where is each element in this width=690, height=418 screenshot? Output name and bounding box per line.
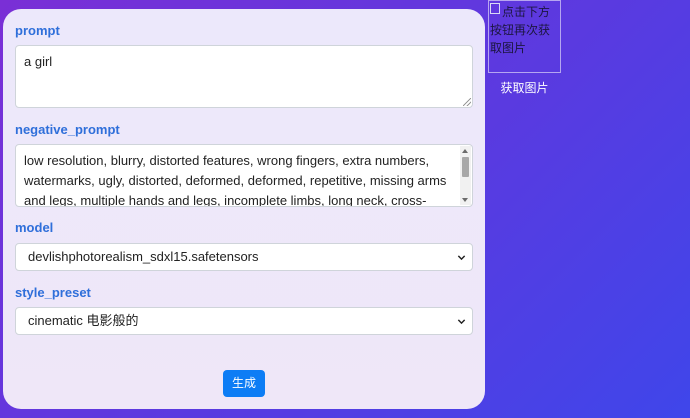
model-label: model xyxy=(15,220,54,235)
scroll-down-icon[interactable] xyxy=(462,198,468,202)
prompt-textarea[interactable]: a girl xyxy=(15,45,473,108)
negative-prompt-textarea[interactable]: low resolution, blurry, distorted featur… xyxy=(15,144,473,207)
get-image-button[interactable]: 获取图片 xyxy=(488,79,561,96)
style-preset-selected-value: cinematic 电影般的 xyxy=(28,313,139,328)
image-alt-text: 点击下方按钮再次获取图片 xyxy=(490,5,551,55)
generate-button[interactable]: 生成 xyxy=(223,370,265,397)
chevron-down-icon xyxy=(457,319,466,325)
scroll-up-icon[interactable] xyxy=(462,149,468,153)
model-select[interactable]: devlishphotorealism_sdxl15.safetensors xyxy=(15,243,473,271)
negative-prompt-text: low resolution, blurry, distorted featur… xyxy=(24,153,447,207)
resize-grip-icon[interactable] xyxy=(463,98,471,106)
style-preset-select[interactable]: cinematic 电影般的 xyxy=(15,307,473,335)
negative-prompt-label: negative_prompt xyxy=(15,122,120,137)
prompt-text: a girl xyxy=(24,54,53,69)
form-panel: prompt a girl negative_prompt low resolu… xyxy=(3,9,485,409)
style-preset-label: style_preset xyxy=(15,285,91,300)
prompt-label: prompt xyxy=(15,23,60,38)
scroll-thumb[interactable] xyxy=(462,157,469,177)
textarea-scrollbar[interactable] xyxy=(460,146,471,205)
chevron-down-icon xyxy=(457,255,466,261)
image-preview: 点击下方按钮再次获取图片 xyxy=(488,0,561,73)
model-selected-value: devlishphotorealism_sdxl15.safetensors xyxy=(28,249,259,264)
